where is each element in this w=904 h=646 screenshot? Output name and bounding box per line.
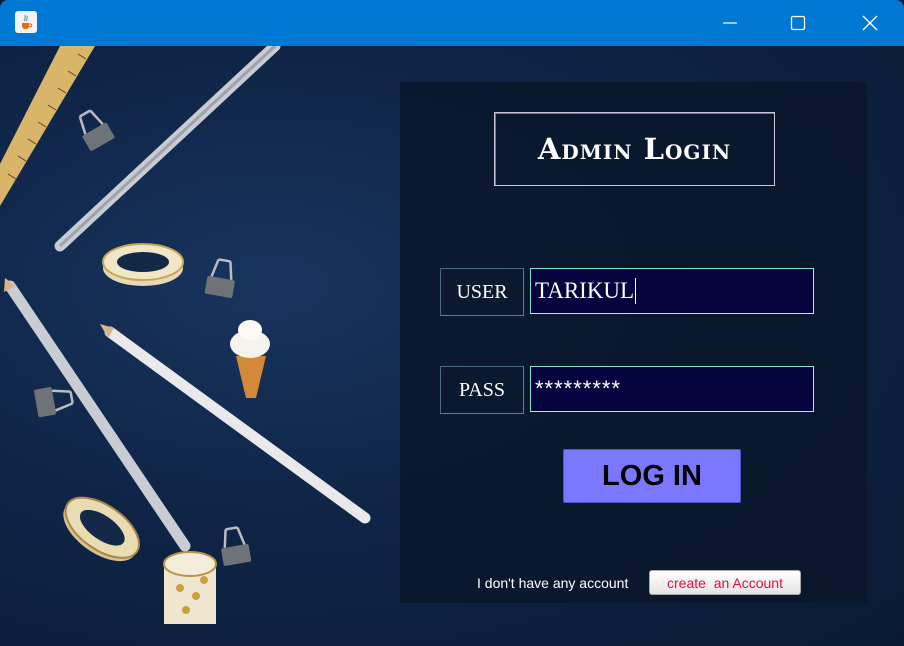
- minimize-icon: [723, 22, 737, 24]
- user-label: USER: [440, 268, 524, 316]
- username-value: TARIKUL: [535, 278, 635, 303]
- app-window: Admin Login USER TARIKUL PASS ********* …: [0, 0, 904, 646]
- close-icon: [862, 15, 878, 31]
- no-account-text: I don't have any account: [477, 575, 629, 591]
- password-value: *********: [535, 376, 622, 401]
- maximize-icon: [790, 15, 806, 31]
- text-caret: [635, 278, 637, 304]
- java-coffee-icon: [15, 11, 37, 33]
- username-input[interactable]: TARIKUL: [530, 268, 814, 314]
- pass-label: PASS: [440, 366, 524, 414]
- login-button[interactable]: LOG IN: [563, 449, 741, 503]
- close-button[interactable]: [836, 0, 904, 46]
- title-bar[interactable]: [0, 0, 904, 46]
- password-input[interactable]: *********: [530, 366, 814, 412]
- form-title: Admin Login: [494, 112, 775, 186]
- stationery-illustration: [0, 46, 371, 624]
- maximize-button[interactable]: [764, 0, 832, 46]
- create-account-button[interactable]: create an Account: [649, 570, 801, 595]
- minimize-button[interactable]: [696, 0, 764, 46]
